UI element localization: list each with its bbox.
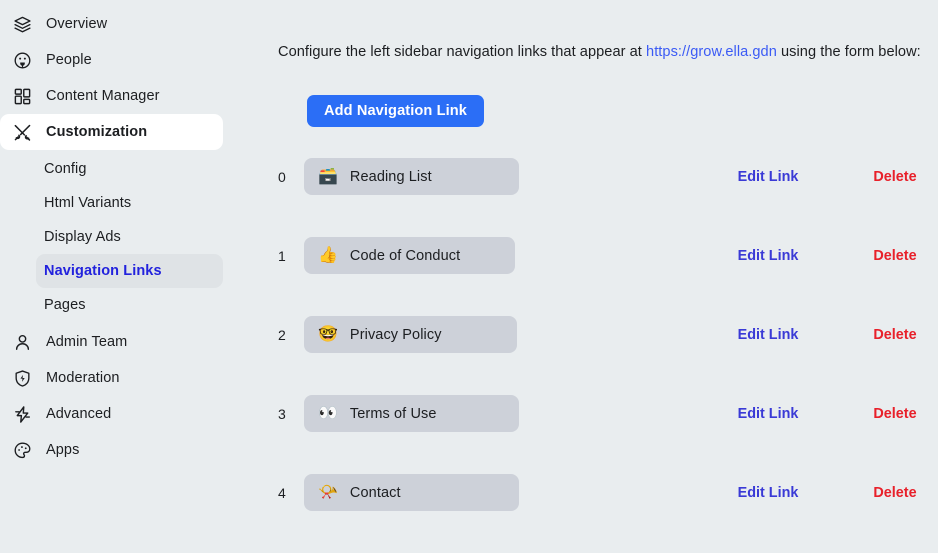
sidebar-item-customization[interactable]: Customization <box>0 114 223 150</box>
shield-bolt-icon <box>12 368 33 389</box>
edit-link-button[interactable]: Edit Link <box>720 327 816 343</box>
table-row: 3 👀 Terms of Use Edit Link Delete <box>236 394 938 433</box>
sidebar-item-label: Content Manager <box>46 88 160 104</box>
postal-horn-emoji: 📯 <box>318 483 338 501</box>
palette-icon <box>12 440 33 461</box>
nav-link-label: Reading List <box>349 168 432 185</box>
delete-button[interactable]: Delete <box>852 485 938 501</box>
intro-prefix: Configure the left sidebar navigation li… <box>278 44 647 60</box>
nav-link-pill[interactable]: 📯 Contact <box>304 474 519 511</box>
sidebar-item-label: Advanced <box>46 406 112 422</box>
navigation-links-list: 0 🗃️ Reading List Edit Link Delete 1 👍 C… <box>236 157 938 512</box>
delete-button[interactable]: Delete <box>852 327 938 343</box>
sidebar-item-display-ads[interactable]: Display Ads <box>36 220 223 254</box>
nerd-face-emoji: 🤓 <box>318 325 338 343</box>
table-row: 0 🗃️ Reading List Edit Link Delete <box>236 157 938 196</box>
table-row: 1 👍 Code of Conduct Edit Link Delete <box>236 236 938 275</box>
row-index: 1 <box>278 247 286 264</box>
nav-link-label: Code of Conduct <box>349 247 461 264</box>
row-actions: Edit Link Delete <box>720 406 938 422</box>
sidebar-item-label: Customization <box>46 124 148 140</box>
row-actions: Edit Link Delete <box>720 327 938 343</box>
sidebar-item-config[interactable]: Config <box>36 152 223 186</box>
sidebar-item-label: Navigation Links <box>44 263 162 279</box>
sidebar-item-label: Admin Team <box>46 334 128 350</box>
sidebar-item-label: Config <box>44 161 87 177</box>
sidebar-item-pages[interactable]: Pages <box>36 288 223 322</box>
nav-link-pill[interactable]: 👍 Code of Conduct <box>304 237 515 274</box>
row-actions: Edit Link Delete <box>720 169 938 185</box>
main-content: Configure the left sidebar navigation li… <box>236 0 938 553</box>
sidebar-item-admin-team[interactable]: Admin Team <box>0 324 223 360</box>
row-actions: Edit Link Delete <box>720 248 938 264</box>
row-index: 3 <box>278 405 286 422</box>
table-row: 4 📯 Contact Edit Link Delete <box>236 473 938 512</box>
sidebar-item-label: Pages <box>44 297 86 313</box>
layers-icon <box>12 14 33 35</box>
sidebar-item-label: Apps <box>46 442 80 458</box>
edit-link-button[interactable]: Edit Link <box>720 248 816 264</box>
edit-link-button[interactable]: Edit Link <box>720 406 816 422</box>
sidebar-item-moderation[interactable]: Moderation <box>0 360 223 396</box>
bolt-icon <box>12 404 33 425</box>
tools-icon <box>12 122 33 143</box>
nav-link-label: Privacy Policy <box>349 326 442 343</box>
delete-button[interactable]: Delete <box>852 406 938 422</box>
intro-suffix: using the form below: <box>776 44 921 60</box>
delete-button[interactable]: Delete <box>852 169 938 185</box>
table-row: 2 🤓 Privacy Policy Edit Link Delete <box>236 315 938 354</box>
row-actions: Edit Link Delete <box>720 485 938 501</box>
row-index: 0 <box>278 168 286 185</box>
site-url-link[interactable]: https://grow.ella.gdn <box>646 44 777 60</box>
sidebar-item-label: Display Ads <box>44 229 121 245</box>
card-file-box-emoji: 🗃️ <box>318 167 338 185</box>
delete-button[interactable]: Delete <box>852 248 938 264</box>
sidebar-item-label: Moderation <box>46 370 120 386</box>
sidebar-item-overview[interactable]: Overview <box>0 6 223 42</box>
nav-link-pill[interactable]: 🤓 Privacy Policy <box>304 316 517 353</box>
sidebar-item-navigation-links[interactable]: Navigation Links <box>36 254 223 288</box>
sidebar-item-label: Html Variants <box>44 195 132 211</box>
sidebar: Overview People Content Manager Customiz… <box>0 0 236 553</box>
sidebar-item-people[interactable]: People <box>0 42 223 78</box>
edit-link-button[interactable]: Edit Link <box>720 169 816 185</box>
people-icon <box>12 50 33 71</box>
sidebar-item-apps[interactable]: Apps <box>0 432 223 468</box>
thumbs-up-emoji: 👍 <box>318 246 338 264</box>
sidebar-item-advanced[interactable]: Advanced <box>0 396 223 432</box>
edit-link-button[interactable]: Edit Link <box>720 485 816 501</box>
nav-link-pill[interactable]: 🗃️ Reading List <box>304 158 519 195</box>
row-index: 4 <box>278 484 286 501</box>
app-root: Overview People Content Manager Customiz… <box>0 0 938 553</box>
sidebar-item-content-manager[interactable]: Content Manager <box>0 78 223 114</box>
grid-icon <box>12 86 33 107</box>
add-navigation-link-button[interactable]: Add Navigation Link <box>307 95 484 127</box>
eyes-emoji: 👀 <box>318 404 338 422</box>
sidebar-item-label: People <box>46 52 92 68</box>
sidebar-item-html-variants[interactable]: Html Variants <box>36 186 223 220</box>
person-icon <box>12 332 33 353</box>
nav-link-label: Contact <box>349 484 401 501</box>
row-index: 2 <box>278 326 286 343</box>
nav-link-pill[interactable]: 👀 Terms of Use <box>304 395 519 432</box>
nav-link-label: Terms of Use <box>349 405 437 422</box>
intro-text: Configure the left sidebar navigation li… <box>278 44 938 60</box>
sidebar-item-label: Overview <box>46 16 108 32</box>
